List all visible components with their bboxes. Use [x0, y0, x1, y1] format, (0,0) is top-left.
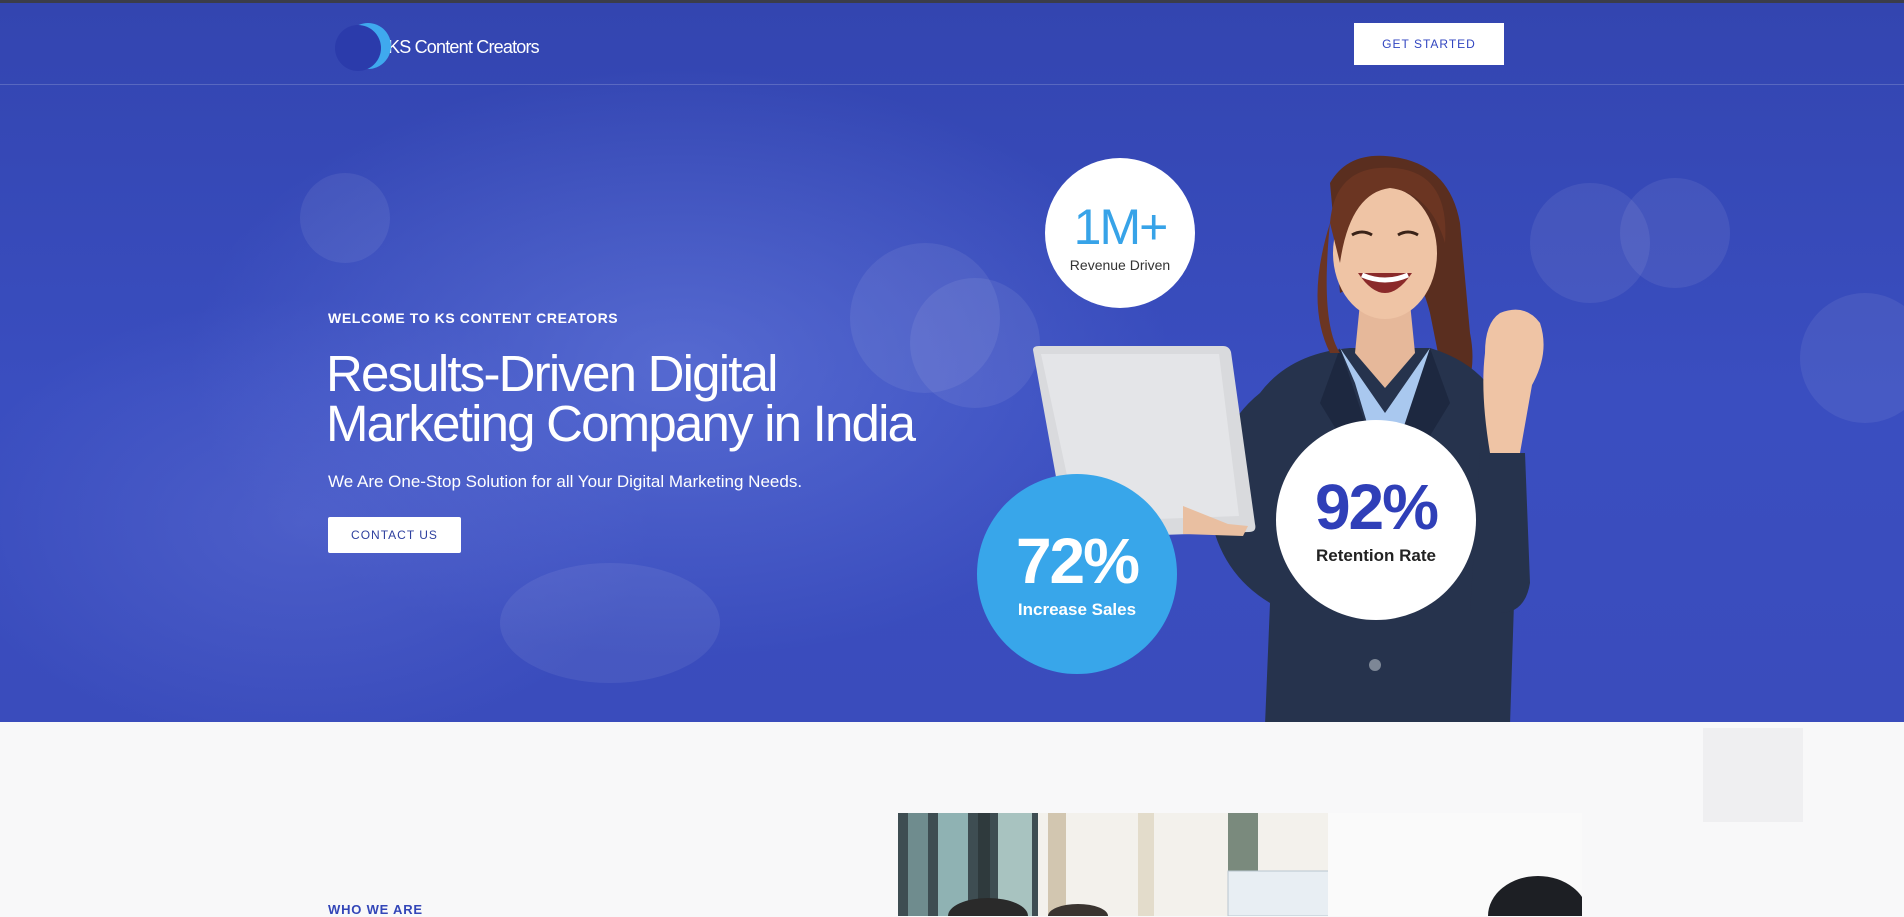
bokeh-decoration	[1800, 293, 1904, 423]
hero-subline: We Are One-Stop Solution for all Your Di…	[328, 472, 803, 491]
logo-mark-icon	[331, 23, 391, 71]
logo-text: KS Content Creators	[388, 36, 540, 57]
bokeh-decoration	[500, 563, 720, 683]
bokeh-decoration	[300, 173, 390, 263]
hero-headline: Results-Driven Digital Marketing Company…	[326, 345, 916, 452]
stat-revenue-label: Revenue Driven	[1069, 257, 1171, 273]
get-started-button[interactable]: GET STARTED	[1354, 23, 1504, 65]
site-logo[interactable]: KS Content Creators	[331, 23, 540, 71]
stat-revenue-badge: 1M+ Revenue Driven	[1045, 158, 1195, 308]
contact-us-button[interactable]: CONTACT US	[328, 517, 461, 553]
team-photo	[898, 813, 1582, 916]
stat-revenue-value: 1M+	[1073, 199, 1169, 255]
bokeh-decoration	[1620, 178, 1730, 288]
decorative-gray-block	[1703, 728, 1803, 822]
office-photo-image	[898, 813, 1582, 916]
hero-section: KS Content Creators GET STARTED WELCOME …	[0, 3, 1904, 722]
hero-kicker: WELCOME TO KS CONTENT CREATORS	[328, 310, 619, 326]
stat-retention-label: Retention Rate	[1316, 546, 1436, 565]
header-divider	[0, 84, 1904, 85]
who-we-are-kicker: WHO WE ARE	[328, 902, 423, 917]
stat-sales-value: 72%	[1015, 525, 1140, 597]
stat-sales-badge: 72% Increase Sales	[977, 474, 1177, 674]
stat-retention-badge: 92% Retention Rate	[1276, 420, 1476, 620]
stat-retention-value: 92%	[1314, 471, 1439, 543]
stat-sales-label: Increase Sales	[1017, 600, 1137, 619]
